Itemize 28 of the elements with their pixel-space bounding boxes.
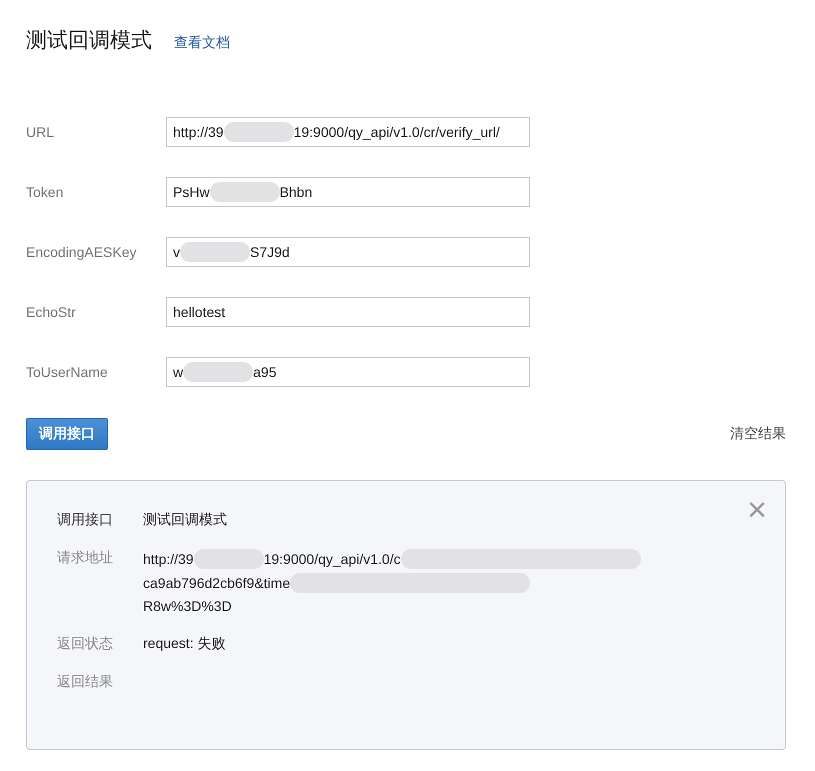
result-label: 调用接口 bbox=[57, 511, 114, 529]
result-value: R8w%3D%3D bbox=[143, 598, 232, 614]
input-field[interactable]: v S7J9d bbox=[166, 237, 530, 267]
field-label: EncodingAESKey bbox=[26, 244, 138, 260]
result-label: 返回状态 bbox=[57, 635, 114, 653]
input-field[interactable]: hellotest bbox=[166, 297, 530, 327]
field-label: URL bbox=[26, 124, 56, 140]
clear-results-link[interactable]: 清空结果 bbox=[730, 425, 786, 443]
result-label: 请求地址 bbox=[57, 549, 114, 567]
view-docs-link[interactable]: 查看文档 bbox=[174, 34, 230, 52]
input-field[interactable]: w a95 bbox=[166, 357, 530, 387]
call-api-button[interactable]: 调用接口 bbox=[26, 418, 108, 450]
redaction-blur bbox=[180, 242, 250, 262]
input-field[interactable]: http://39 19:9000/qy_api/v1.0/cr/verify_url/ bbox=[166, 117, 530, 147]
field-label: EchoStr bbox=[26, 304, 77, 320]
result-label: 返回结果 bbox=[57, 673, 114, 691]
redaction-blur bbox=[210, 182, 280, 202]
input-field[interactable]: PsHw Bhbn bbox=[166, 177, 530, 207]
result-value: http://39 bbox=[143, 551, 194, 567]
page-title: 测试回调模式 bbox=[26, 28, 152, 54]
field-label: ToUserName bbox=[26, 364, 109, 380]
field-label: Token bbox=[26, 184, 64, 200]
redaction-blur bbox=[183, 362, 254, 382]
redaction-blur bbox=[224, 122, 294, 142]
result-value: 19:9000/qy_api/v1.0/c bbox=[264, 551, 401, 567]
result-value: 测试回调模式 bbox=[143, 511, 227, 529]
result-value: ca9ab796d2cb6f9&time bbox=[143, 575, 290, 591]
result-value: request: 失败 bbox=[143, 635, 226, 653]
